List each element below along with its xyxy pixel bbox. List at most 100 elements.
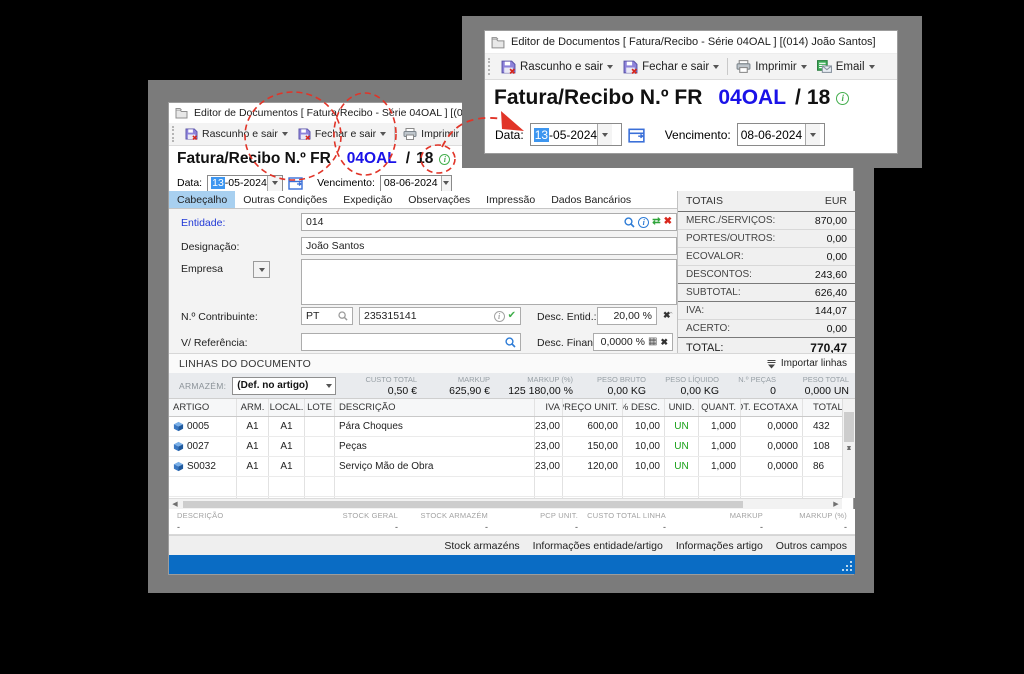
entidade-label: Entidade: [181,217,225,229]
scroll-left-icon[interactable]: ◀ [169,499,181,509]
date-label: Data: [495,128,524,142]
date-dropdown-button[interactable] [597,124,612,145]
scroll-right-icon[interactable]: ▶ [830,499,842,509]
draft-exit-button[interactable]: Rascunho e sair [496,60,618,74]
due-dropdown-button[interactable] [441,176,451,191]
callout-titlebar: Editor de Documentos [ Fatura/Recibo - S… [485,31,897,54]
print-button[interactable]: Imprimir [731,60,812,73]
email-button[interactable]: Email [812,60,880,73]
import-lines-button[interactable]: Importar linhas [766,358,855,369]
toolbar-grip[interactable] [488,58,493,76]
table-row-empty[interactable] [169,477,842,497]
chevron-down-icon[interactable] [801,65,807,72]
due-dropdown-button[interactable] [805,124,820,145]
desc-entid-label: Desc. Entid.: [537,311,597,323]
info-icon[interactable]: i [836,92,849,105]
table-row[interactable]: 0027 A1 A1 Peças 23,00 150,00 10,00 UN 1… [169,437,842,457]
date-dropdown-button[interactable] [267,176,282,191]
search-icon[interactable] [624,217,635,228]
header-form: Entidade: 014 i ⇄ ✖ Designação: João San… [169,209,677,353]
due-date-label: Vencimento: [317,177,375,189]
article-cube-icon [173,461,184,472]
tab-dados-bancarios[interactable]: Dados Bancários [543,191,639,208]
chevron-down-icon [810,133,816,140]
link-info-entidade-artigo[interactable]: Informações entidade/artigo [533,540,663,552]
table-row[interactable]: S0032 A1 A1 Serviço Mão de Obra 23,00 12… [169,457,842,477]
date-input[interactable]: 13-05-2024 [207,175,283,192]
designacao-input[interactable]: João Santos [301,237,677,255]
clear-icon[interactable]: ✖ [663,311,671,320]
close-exit-button[interactable]: Fechar e sair [618,60,724,74]
tab-expedicao[interactable]: Expedição [335,191,400,208]
doc-series: 04OAL [347,150,397,168]
chevron-down-icon[interactable] [713,65,719,72]
contribuinte-country-input[interactable]: PT [301,307,353,325]
scrollbar-thumb[interactable] [183,501,743,508]
due-date-input[interactable]: 08-06-2024 [380,175,452,192]
email-icon [817,60,832,73]
chevron-down-icon [326,384,332,391]
clear-icon[interactable]: ✖ [660,338,668,347]
tab-observacoes[interactable]: Observações [400,191,478,208]
calendar-icon[interactable] [628,127,645,143]
search-icon[interactable] [505,337,516,348]
resize-grip[interactable] [841,560,853,572]
calendar-icon[interactable] [288,176,303,190]
link-info-artigo[interactable]: Informações artigo [676,540,763,552]
calculator-icon[interactable]: ▦ [648,337,657,347]
bottom-links-bar: Stock armazéns Informações entidade/arti… [169,535,855,555]
tab-impressao[interactable]: Impressão [478,191,543,208]
tab-cabecalho[interactable]: Cabeçalho [169,191,235,208]
referencia-input[interactable] [301,333,521,351]
toolbar-separator [727,58,728,76]
vertical-scrollbar[interactable]: ▲ ▼ [842,399,855,498]
warehouse-label: ARMAZÉM: [169,381,232,391]
info-icon[interactable]: i [494,311,505,322]
total-value: 0,00 [827,323,847,335]
clear-icon[interactable]: ✖ [664,217,672,227]
link-stock-armazens[interactable]: Stock armazéns [444,540,519,552]
empresa-dropdown-button[interactable] [253,261,270,278]
date-input[interactable]: 13-05-2024 [530,123,622,146]
scroll-down-icon[interactable]: ▼ [843,399,855,498]
valid-check-icon: ✔ [508,311,516,321]
toolbar-separator [394,126,395,141]
due-date-input[interactable]: 08-06-2024 [737,123,825,146]
warehouse-select[interactable]: (Def. no artigo) [232,377,336,395]
chevron-down-icon[interactable] [380,132,386,139]
info-icon[interactable]: i [439,154,450,165]
currency-label: EUR [825,195,847,207]
lines-table: ARTIGO ARM. LOCAL. LOTE DESCRIÇÃO IVA PR… [169,399,842,498]
table-header-row: ARTIGO ARM. LOCAL. LOTE DESCRIÇÃO IVA PR… [169,399,842,417]
desc-entid-input[interactable]: 20,00 % [597,307,657,325]
sync-icon[interactable]: ⇄ [652,217,660,227]
contribuinte-input[interactable]: 235315141 i ✔ [359,307,521,325]
toolbar-grip[interactable] [172,126,177,141]
due-date-label: Vencimento: [665,128,731,142]
totals-panel: TOTAIS EUR MERC./SERVIÇOS:870,00 PORTES/… [677,191,855,353]
chevron-down-icon [259,268,265,275]
total-value: 0,00 [827,233,847,245]
chevron-down-icon[interactable] [869,65,875,72]
doc-type-label: Fatura/Recibo N.º FR [177,150,331,168]
empresa-textarea[interactable]: ⌃ ⌄ [301,259,677,305]
chevron-down-icon[interactable] [607,65,613,72]
printer-icon [736,60,751,73]
document-icon [175,107,188,119]
save-close-icon [623,60,638,74]
entidade-input[interactable]: 014 i ⇄ ✖ [301,213,677,231]
tab-outras-condicoes[interactable]: Outras Condições [235,191,335,208]
doc-number: 18 [416,150,433,168]
warehouse-row: ARMAZÉM: (Def. no artigo) CUSTO TOTAL0,5… [169,373,855,399]
link-outros-campos[interactable]: Outros campos [776,540,847,552]
search-icon[interactable] [338,311,348,321]
chevron-down-icon[interactable] [282,132,288,139]
info-icon[interactable]: i [638,217,649,228]
total-value: 0,00 [827,251,847,263]
close-exit-button[interactable]: Fechar e sair [293,128,391,140]
lines-title: LINHAS DO DOCUMENTO [169,358,311,370]
draft-exit-button[interactable]: Rascunho e sair [180,128,293,140]
horizontal-scrollbar[interactable]: ◀ ▶ [169,498,842,509]
desc-financ-input[interactable]: 0,0000 % ▦ ✖ [593,333,673,351]
table-row[interactable]: 0005 A1 A1 Pára Choques 23,00 600,00 10,… [169,417,842,437]
